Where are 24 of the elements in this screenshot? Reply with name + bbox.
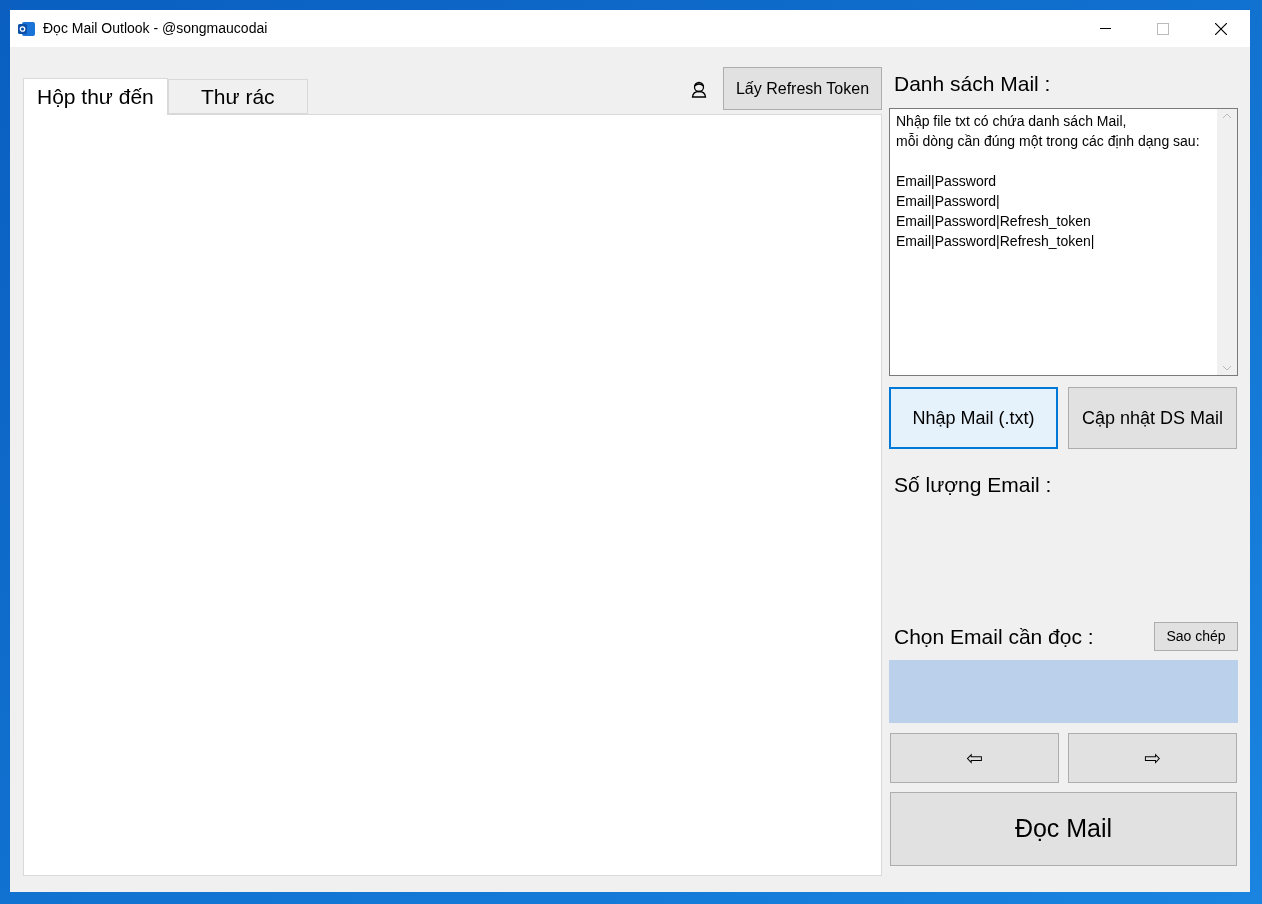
- refresh-token-button[interactable]: Lấy Refresh Token: [723, 67, 882, 110]
- section-label: Danh sách Mail :: [894, 72, 1052, 96]
- mail-app-icon: [18, 20, 35, 37]
- read-mail-button[interactable]: Đọc Mail: [890, 792, 1237, 866]
- update-list-button[interactable]: Cập nhật DS Mail: [1068, 387, 1237, 449]
- person-icon[interactable]: [691, 81, 707, 98]
- copy-button[interactable]: Sao chép: [1154, 622, 1238, 651]
- maximize-icon: [1157, 22, 1169, 35]
- window-title: Đọc Mail Outlook - @songmaucodai: [43, 19, 268, 38]
- scrollbar[interactable]: [1217, 109, 1237, 375]
- chevron-down-icon[interactable]: [1222, 365, 1232, 371]
- next-button[interactable]: ⇨: [1068, 733, 1237, 783]
- tab[interactable]: Thư rác: [167, 79, 308, 114]
- section-label: Chọn Email cần đọc :: [894, 624, 1094, 649]
- email-select-field[interactable]: [889, 660, 1238, 723]
- close-icon: [1215, 22, 1227, 35]
- minimize-icon: [1099, 27, 1111, 30]
- email-count-label: Số lượng Email :: [894, 473, 1053, 497]
- previous-button[interactable]: ⇦: [890, 733, 1059, 783]
- import-mail-button[interactable]: Nhập Mail (.txt): [889, 387, 1058, 449]
- mail-list-text: Nhập file txt có chứa danh sách Mail, mỗi dòng cần đúng một trong các định dạng sau: Email|Password Email|Password| Email|Password|Refresh_token Email|Password|Refresh_token|: [895, 112, 1201, 251]
- mail-list-field[interactable]: Nhập file txt có chứa danh sách Mail, mỗi dòng cần đúng một trong các định dạng sau: Email|Password Email|Password| Email|Password|Refresh_token Email|Password|Refresh_token|: [889, 108, 1238, 376]
- tab[interactable]: Hộp thư đến: [23, 78, 168, 115]
- chevron-up-icon[interactable]: [1222, 113, 1232, 119]
